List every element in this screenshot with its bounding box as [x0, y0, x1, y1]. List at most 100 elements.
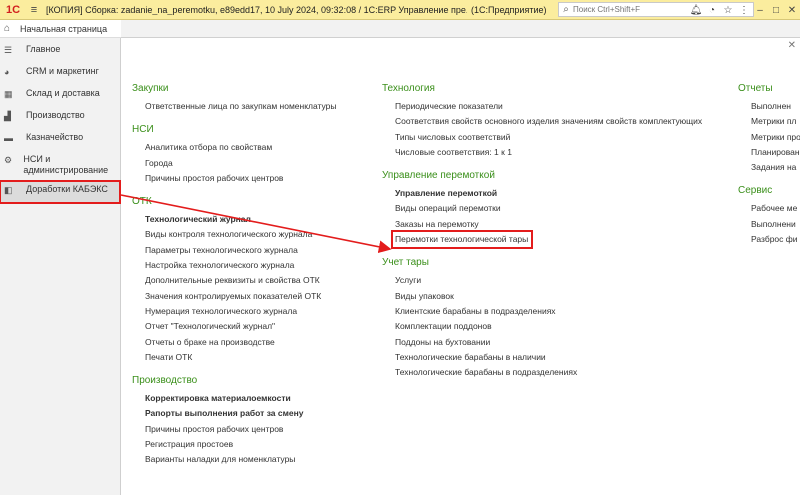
- nav-link[interactable]: Настройка технологического журнала: [132, 258, 337, 273]
- section-service: Сервис Рабочее ме Выполнени Разброс фи: [738, 184, 800, 247]
- more-icon[interactable]: ⋮: [736, 5, 752, 16]
- maximize-icon[interactable]: □: [768, 5, 784, 16]
- nav-link[interactable]: Технологический журнал: [132, 212, 337, 227]
- sidebar-item-warehouse[interactable]: ▦ Склад и доставка: [0, 85, 120, 107]
- sidebar-item-production[interactable]: ▟ Производство: [0, 107, 120, 129]
- gear-icon: ⚙: [4, 155, 13, 165]
- open-windows-strip: [121, 20, 800, 38]
- nav-link[interactable]: Варианты наладки для номенклатуры: [132, 452, 337, 467]
- section-title: НСИ: [132, 124, 154, 136]
- nav-link[interactable]: Поддоны на бухтовании: [382, 335, 702, 350]
- nav-link[interactable]: Отчеты о браке на производстве: [132, 335, 337, 350]
- nav-link[interactable]: Дополнительные реквизиты и свойства ОТК: [132, 273, 337, 288]
- money-icon: ▬: [4, 133, 13, 143]
- nav-link[interactable]: Выполнен: [738, 99, 800, 114]
- pie-chart-icon: ◕: [4, 67, 10, 77]
- nav-link[interactable]: Технологические барабаны в наличии: [382, 350, 702, 365]
- nav-link[interactable]: Значения контролируемых показателей ОТК: [132, 289, 337, 304]
- section-nsi: НСИ Аналитика отбора по свойствам Города…: [132, 123, 337, 186]
- titlebar-actions: 🔔︎ ◔ ☆ ⋮ – □ ✕: [688, 0, 800, 20]
- nav-link[interactable]: Отчет "Технологический журнал": [132, 319, 337, 334]
- close-icon[interactable]: ✕: [788, 40, 796, 51]
- nav-link-highlighted[interactable]: Перемотки технологической тары: [390, 230, 534, 250]
- sidebar-item-label: Производство: [26, 110, 85, 120]
- nav-link[interactable]: Разброс фи: [738, 232, 800, 247]
- nav-link[interactable]: Комплектации поддонов: [382, 319, 702, 334]
- nav-link[interactable]: Выполнени: [738, 217, 800, 232]
- sidebar-item-label: Казначейство: [26, 132, 84, 142]
- nav-link[interactable]: Метрики про: [738, 130, 800, 145]
- sidebar-item-label: Главное: [26, 44, 61, 54]
- nav-link[interactable]: Метрики пл: [738, 114, 800, 129]
- section-tare-accounting: Учет тары Услуги Виды упаковок Клиентски…: [382, 256, 702, 380]
- section-zakupki: Закупки Ответственные лица по закупкам н…: [132, 82, 337, 114]
- nav-link[interactable]: Ответственные лица по закупкам номенклат…: [132, 99, 337, 114]
- sidebar-item-label: НСИ и администрирование: [23, 154, 109, 175]
- nav-link[interactable]: Виды контроля технологического журнала: [132, 227, 337, 242]
- factory-icon: ▟: [4, 111, 11, 121]
- nav-link[interactable]: Управление перемоткой: [382, 186, 702, 201]
- sidebar-item-label: Доработки КАБЭКС: [26, 184, 108, 194]
- minimize-icon[interactable]: –: [752, 5, 768, 16]
- nav-link[interactable]: Города: [132, 156, 337, 171]
- section-title: Управление перемоткой: [382, 170, 495, 182]
- nav-link[interactable]: Рапорты выполнения работ за смену: [132, 406, 337, 421]
- nav-link[interactable]: Регистрация простоев: [132, 437, 337, 452]
- nav-link[interactable]: Планирован: [738, 145, 800, 160]
- module-icon: ◧: [4, 185, 13, 195]
- sidebar-item-label: CRM и маркетинг: [26, 66, 99, 76]
- section-title: Учет тары: [382, 257, 429, 269]
- nav-link[interactable]: Типы числовых соответствий: [382, 130, 702, 145]
- nav-link[interactable]: Виды упаковок: [382, 289, 702, 304]
- column-middle: Технология Периодические показатели Соот…: [382, 82, 702, 380]
- section-otk: ОТК Технологический журнал Виды контроля…: [132, 195, 337, 365]
- app-logo: 1С: [5, 3, 21, 16]
- search-icon: ⌕: [563, 4, 569, 15]
- nav-link[interactable]: Соответствия свойств основного изделия з…: [382, 114, 702, 129]
- nav-link[interactable]: Периодические показатели: [382, 99, 702, 114]
- nav-link[interactable]: Нумерация технологического журнала: [132, 304, 337, 319]
- section-title: Сервис: [738, 185, 773, 197]
- section-rewind-management: Управление перемоткой Управление перемот…: [382, 169, 702, 250]
- history-icon[interactable]: ◔: [704, 5, 720, 16]
- section-title: Производство: [132, 375, 198, 387]
- bell-icon[interactable]: 🔔︎: [688, 5, 704, 16]
- window-title: [КОПИЯ] Сборка: zadanie_na_peremotku, e8…: [46, 4, 467, 15]
- section-title: Закупки: [132, 83, 169, 94]
- nav-link[interactable]: Печати ОТК: [132, 350, 337, 365]
- nav-link[interactable]: Заказы на перемотку: [382, 217, 702, 232]
- nav-link[interactable]: Параметры технологического журнала: [132, 243, 337, 258]
- nav-link[interactable]: Корректировка материалоемкости: [132, 391, 337, 406]
- warehouse-icon: ▦: [4, 89, 13, 99]
- title-bar: 1С ≡ [КОПИЯ] Сборка: zadanie_na_peremotk…: [0, 0, 800, 20]
- app-mode: (1С:Предприятие): [471, 4, 547, 15]
- home-page-label: Начальная страница: [20, 23, 108, 34]
- nav-link[interactable]: Числовые соответствия: 1 к 1: [382, 145, 702, 160]
- sidebar-item-kabeks[interactable]: ◧ Доработки КАБЭКС: [0, 180, 121, 204]
- main-menu-icon[interactable]: ≡: [26, 0, 42, 20]
- nav-link[interactable]: Задания на: [738, 160, 800, 175]
- nav-link[interactable]: Виды операций перемотки: [382, 201, 702, 216]
- nav-link[interactable]: Причины простоя рабочих центров: [132, 422, 337, 437]
- home-icon: ⌂: [4, 23, 11, 34]
- nav-link[interactable]: Рабочее ме: [738, 201, 800, 216]
- sidebar-item-main[interactable]: ☰ Главное: [0, 41, 120, 63]
- nav-link[interactable]: Причины простоя рабочих центров: [132, 171, 337, 186]
- sidebar-nav: ☰ Главное ◕ CRM и маркетинг ▦ Склад и до…: [0, 41, 121, 205]
- nav-link[interactable]: Технологические барабаны в подразделения…: [382, 365, 702, 380]
- home-page-tab[interactable]: ⌂ Начальная страница: [0, 20, 121, 38]
- nav-link[interactable]: Клиентские барабаны в подразделениях: [382, 304, 702, 319]
- nav-link[interactable]: Услуги: [382, 273, 702, 288]
- nav-link[interactable]: Аналитика отбора по свойствам: [132, 140, 337, 155]
- menu-icon: ☰: [4, 45, 13, 55]
- sidebar-item-label: Склад и доставка: [26, 88, 100, 98]
- sidebar-item-crm[interactable]: ◕ CRM и маркетинг: [0, 63, 120, 85]
- sidebar-item-treasury[interactable]: ▬ Казначейство: [0, 129, 120, 151]
- section-title: Технология: [382, 83, 435, 94]
- section-technology: Технология Периодические показатели Соот…: [382, 82, 702, 160]
- section-reports: Отчеты Выполнен Метрики пл Метрики про П…: [738, 82, 800, 175]
- close-window-icon[interactable]: ✕: [784, 5, 800, 16]
- star-icon[interactable]: ☆: [720, 5, 736, 16]
- section-production: Производство Корректировка материалоемко…: [132, 374, 337, 467]
- sidebar-item-nsi-admin[interactable]: ⚙ НСИ и администрирование: [0, 151, 120, 179]
